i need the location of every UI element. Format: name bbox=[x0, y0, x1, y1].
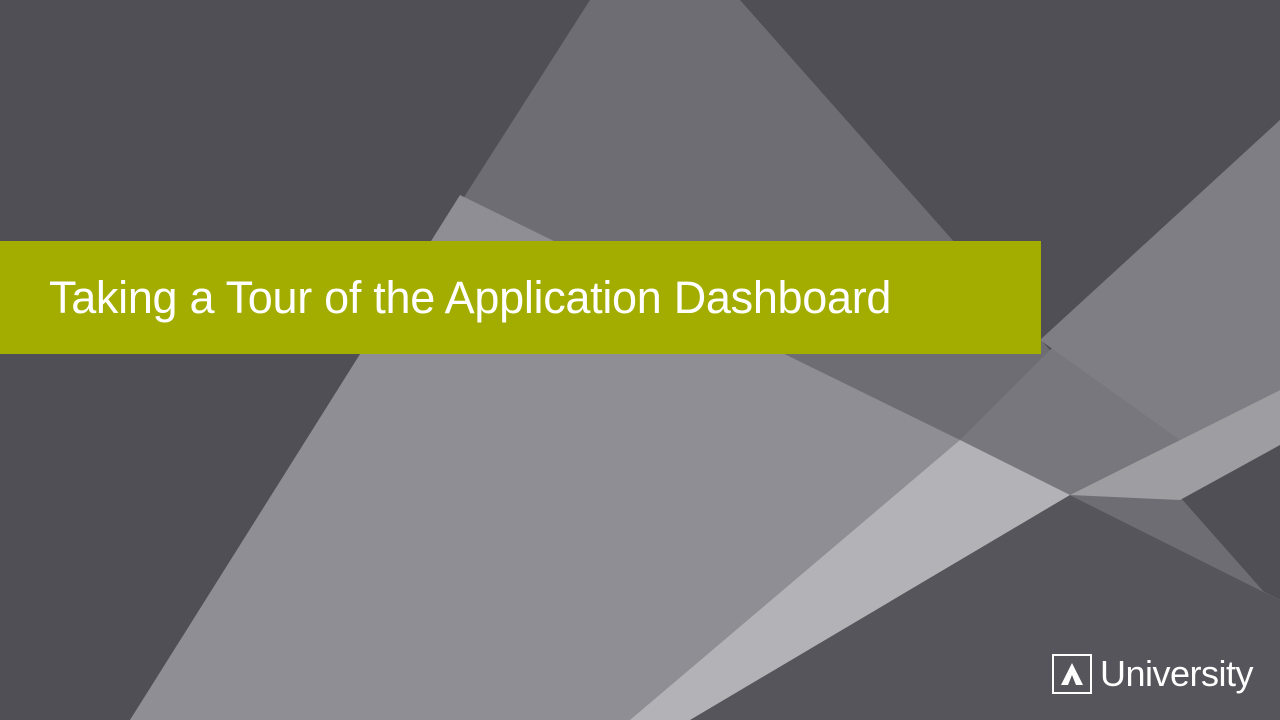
slide-title: Taking a Tour of the Application Dashboa… bbox=[49, 271, 892, 323]
title-slide: Taking a Tour of the Application Dashboa… bbox=[0, 0, 1280, 720]
a-logo-icon bbox=[1051, 654, 1092, 694]
brand-label: University bbox=[1099, 653, 1254, 694]
title-banner: Taking a Tour of the Application Dashboa… bbox=[0, 241, 1041, 354]
brand-logo: University bbox=[1051, 652, 1254, 696]
geometric-background bbox=[130, 0, 1280, 720]
